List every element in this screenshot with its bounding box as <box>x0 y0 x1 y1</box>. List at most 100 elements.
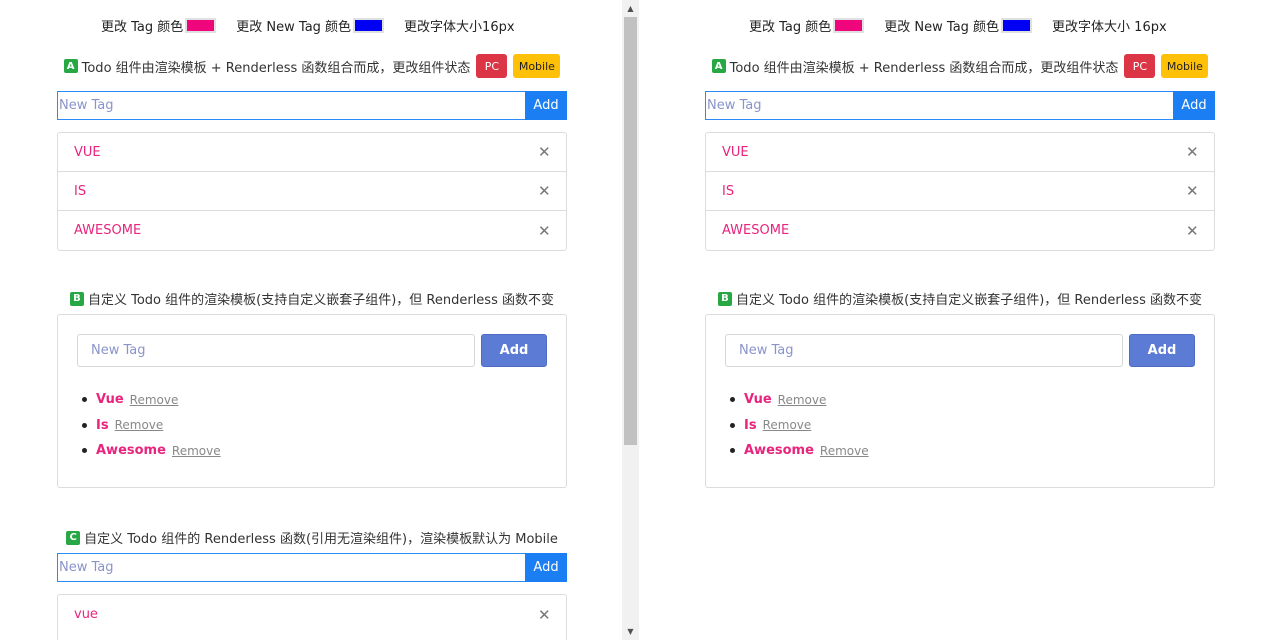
close-icon[interactable]: ✕ <box>1186 222 1199 240</box>
list-item: Awesome Remove <box>730 438 869 464</box>
list-item: Vue Remove <box>82 387 221 413</box>
tag-color-picker[interactable] <box>833 18 865 33</box>
section-a-input-row: Add <box>57 91 567 120</box>
section-a-badge: A <box>63 59 78 73</box>
section-b-title: B 自定义 Todo 组件的渲染模板(支持自定义嵌套子组件)，但 Renderl… <box>705 289 1215 308</box>
scroll-down-arrow-icon[interactable]: ▼ <box>622 623 639 640</box>
tag-color-picker[interactable] <box>185 18 217 33</box>
section-b-new-tag-input[interactable] <box>725 334 1123 367</box>
section-b-title-text: 自定义 Todo 组件的渲染模板(支持自定义嵌套子组件)，但 Renderles… <box>735 293 1202 308</box>
pc-mode-button[interactable]: PC <box>476 54 508 78</box>
style-controls: 更改 Tag 颜色 更改 New Tag 颜色 更改字体大小 16px <box>749 16 1189 35</box>
remove-link[interactable]: Remove <box>130 393 179 407</box>
tag-label: Vue <box>744 392 772 408</box>
new-tag-color-picker[interactable] <box>1001 18 1033 33</box>
tag-label: Vue <box>96 392 124 408</box>
new-tag-color-control: 更改 New Tag 颜色 <box>236 16 385 35</box>
style-controls: 更改 Tag 颜色 更改 New Tag 颜色 更改字体大小16px <box>101 16 541 35</box>
tag-item: IS ✕ <box>58 172 566 211</box>
section-a-title-text: Todo 组件由渲染模板 + Renderless 函数组合而成，更改组件状态 <box>81 60 471 76</box>
close-icon[interactable]: ✕ <box>1186 182 1199 200</box>
tag-item: AWESOME ✕ <box>58 211 566 250</box>
tag-color-swatch <box>835 20 863 31</box>
section-b-card: Add Vue Remove Is Remove Awesome Remove <box>705 314 1215 488</box>
tag-label: Awesome <box>96 443 166 459</box>
tag-item: IS ✕ <box>706 172 1214 211</box>
section-b-new-tag-input[interactable] <box>77 334 475 367</box>
new-tag-color-label: 更改 New Tag 颜色 <box>236 20 352 35</box>
pc-mode-button[interactable]: PC <box>1124 54 1156 78</box>
scroll-thumb[interactable] <box>624 17 637 445</box>
list-item: Is Remove <box>82 413 221 439</box>
remove-link[interactable]: Remove <box>115 418 164 432</box>
font-size-control[interactable]: 更改字体大小 16px <box>1052 16 1167 35</box>
tag-item: vue ✕ <box>58 595 566 634</box>
new-tag-color-control: 更改 New Tag 颜色 <box>884 16 1033 35</box>
section-a-add-button[interactable]: Add <box>525 91 567 120</box>
new-tag-color-label: 更改 New Tag 颜色 <box>884 20 1000 35</box>
vertical-scrollbar[interactable]: ▲ ▼ <box>622 0 639 640</box>
new-tag-color-picker[interactable] <box>353 18 385 33</box>
mobile-mode-button[interactable]: Mobile <box>1161 54 1209 78</box>
close-icon[interactable]: ✕ <box>538 182 551 200</box>
section-b-add-button[interactable]: Add <box>1129 334 1195 367</box>
tag-item: AWESOME ✕ <box>706 211 1214 250</box>
tag-item: VUE ✕ <box>58 133 566 172</box>
bullet-icon <box>730 448 735 454</box>
tag-label: VUE <box>74 144 101 160</box>
close-icon[interactable]: ✕ <box>538 143 551 161</box>
section-c-title-text: 自定义 Todo 组件的 Renderless 函数(引用无渲染组件)，渲染模板… <box>84 532 558 547</box>
remove-link[interactable]: Remove <box>820 444 869 458</box>
section-a-add-button[interactable]: Add <box>1173 91 1215 120</box>
section-a-tag-list: VUE ✕ IS ✕ AWESOME ✕ <box>705 132 1215 251</box>
section-b-card: Add Vue Remove Is Remove Awesome Remove <box>57 314 567 488</box>
tag-label: vue <box>74 607 98 622</box>
scroll-up-arrow-icon[interactable]: ▲ <box>622 0 639 17</box>
font-size-label: 更改字体大小16px <box>404 20 515 35</box>
tag-color-label: 更改 Tag 颜色 <box>101 20 184 35</box>
section-c-input-row: Add <box>57 553 567 582</box>
tag-label: AWESOME <box>74 223 142 238</box>
bullet-icon <box>730 397 735 403</box>
section-c-new-tag-input[interactable] <box>57 553 525 582</box>
section-c-title: C 自定义 Todo 组件的 Renderless 函数(引用无渲染组件)，渲染… <box>57 528 567 547</box>
bullet-icon <box>82 448 87 454</box>
section-c-badge: C <box>66 530 81 545</box>
left-demo-pane: 更改 Tag 颜色 更改 New Tag 颜色 更改字体大小16px A Tod… <box>0 0 622 640</box>
section-c-add-button[interactable]: Add <box>525 553 567 582</box>
close-icon[interactable]: ✕ <box>538 606 551 624</box>
section-b-tag-list: Vue Remove Is Remove Awesome Remove <box>82 387 221 464</box>
remove-link[interactable]: Remove <box>778 393 827 407</box>
section-a-title: A Todo 组件由渲染模板 + Renderless 函数组合而成，更改组件状… <box>57 54 567 78</box>
tag-color-swatch <box>187 20 215 31</box>
section-b-title-text: 自定义 Todo 组件的渲染模板(支持自定义嵌套子组件)，但 Renderles… <box>87 293 554 308</box>
close-icon[interactable]: ✕ <box>538 222 551 240</box>
section-b-add-button[interactable]: Add <box>481 334 547 367</box>
new-tag-color-swatch <box>1003 20 1031 31</box>
list-item: Is Remove <box>730 413 869 439</box>
tag-color-control: 更改 Tag 颜色 <box>749 16 865 35</box>
remove-link[interactable]: Remove <box>763 418 812 432</box>
section-a-new-tag-input[interactable] <box>57 91 525 120</box>
section-a-badge: A <box>711 59 726 73</box>
list-item: Vue Remove <box>730 387 869 413</box>
section-a-tag-list: VUE ✕ IS ✕ AWESOME ✕ <box>57 132 567 251</box>
tag-label: Is <box>744 417 757 433</box>
font-size-control[interactable]: 更改字体大小16px <box>404 16 515 35</box>
tag-label: IS <box>722 183 735 199</box>
bullet-icon <box>730 422 735 428</box>
mobile-mode-button[interactable]: Mobile <box>513 54 561 78</box>
tag-color-control: 更改 Tag 颜色 <box>101 16 217 35</box>
tag-label: AWESOME <box>722 223 790 238</box>
tag-color-label: 更改 Tag 颜色 <box>749 20 832 35</box>
section-b-title: B 自定义 Todo 组件的渲染模板(支持自定义嵌套子组件)，但 Renderl… <box>57 289 567 308</box>
tag-label: IS <box>74 183 87 199</box>
tag-item: VUE ✕ <box>706 133 1214 172</box>
section-b-tag-list: Vue Remove Is Remove Awesome Remove <box>730 387 869 464</box>
section-a-new-tag-input[interactable] <box>705 91 1173 120</box>
bullet-icon <box>82 397 87 403</box>
new-tag-color-swatch <box>355 20 383 31</box>
section-b-badge: B <box>717 291 732 306</box>
remove-link[interactable]: Remove <box>172 444 221 458</box>
close-icon[interactable]: ✕ <box>1186 143 1199 161</box>
